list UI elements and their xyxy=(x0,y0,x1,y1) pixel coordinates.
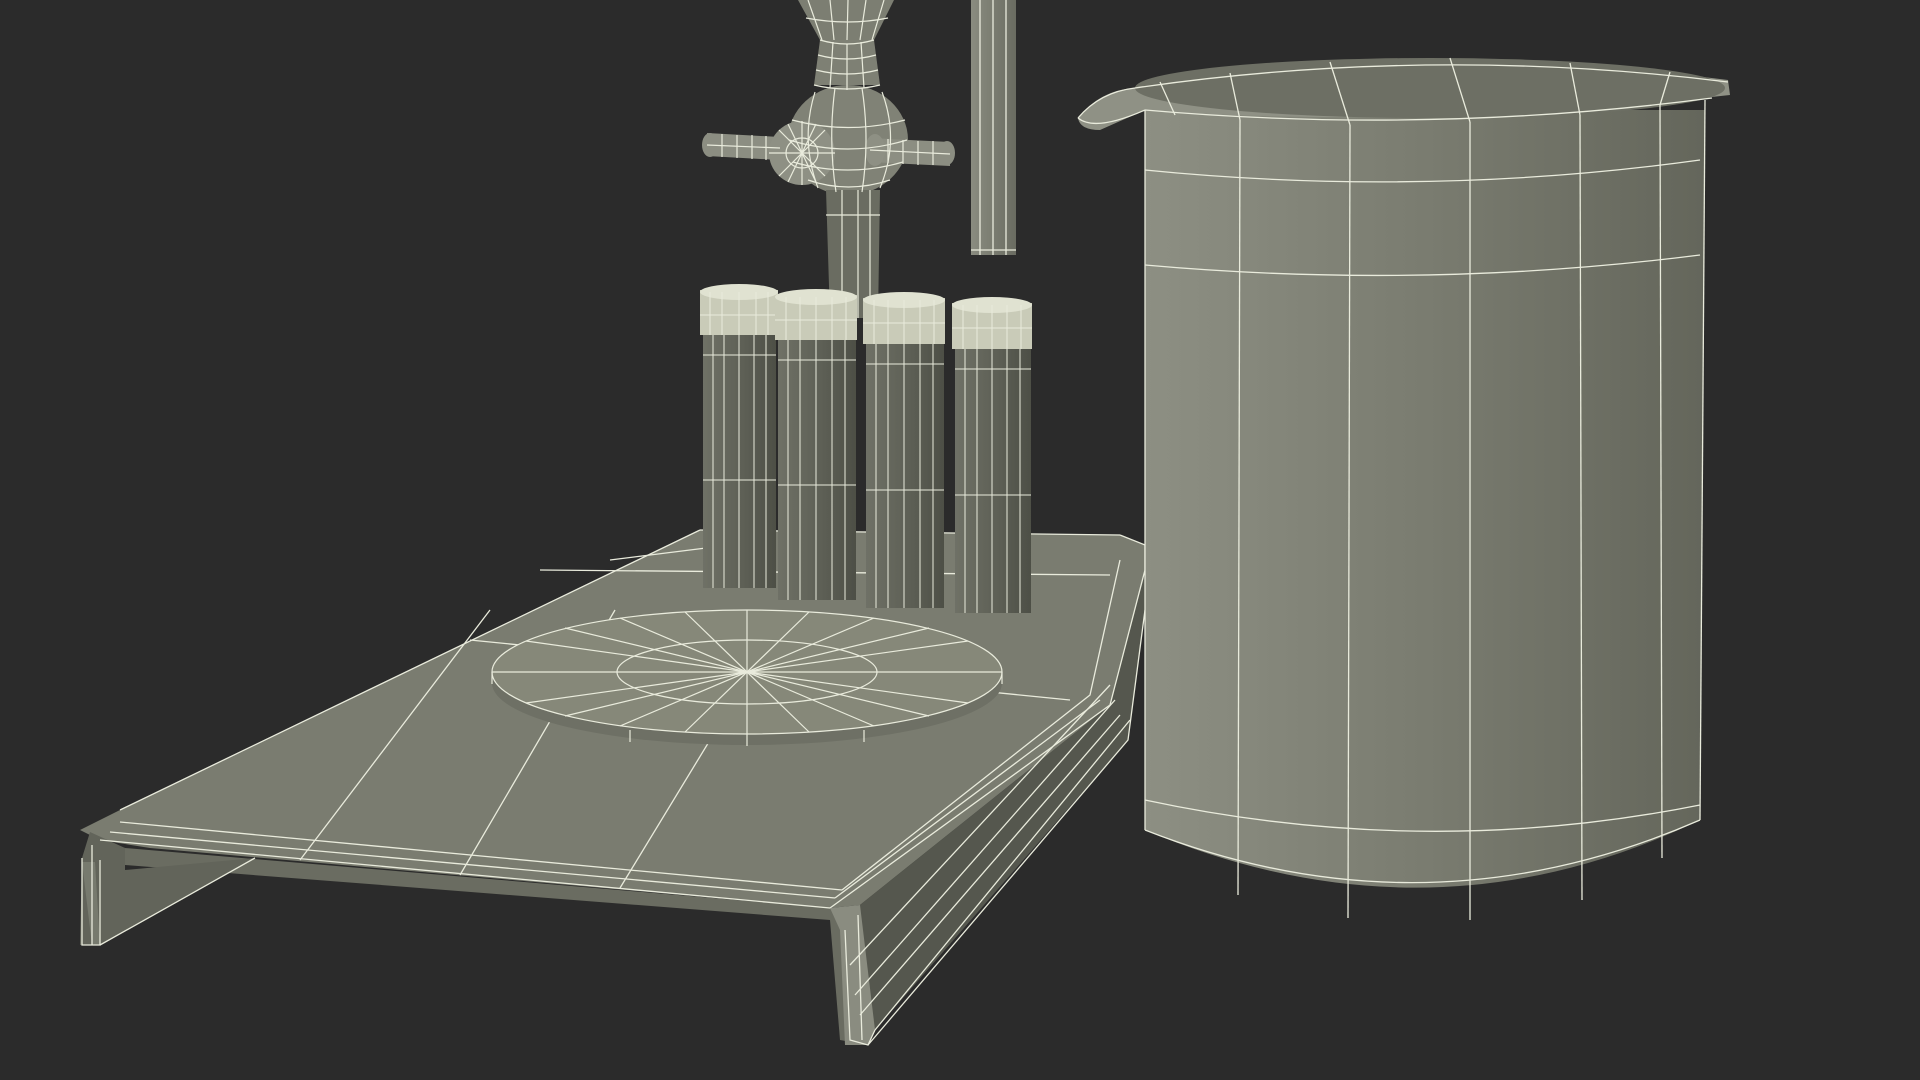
beaker xyxy=(1077,57,1730,920)
wireframe-lab-scene xyxy=(0,0,1920,1080)
support-rod xyxy=(971,0,1016,255)
vial-4 xyxy=(952,297,1032,613)
sample-vials xyxy=(700,284,1032,613)
vial-2 xyxy=(775,289,857,600)
vial-1 xyxy=(700,284,778,588)
round-pad xyxy=(491,609,1003,746)
vial-3 xyxy=(863,292,945,608)
